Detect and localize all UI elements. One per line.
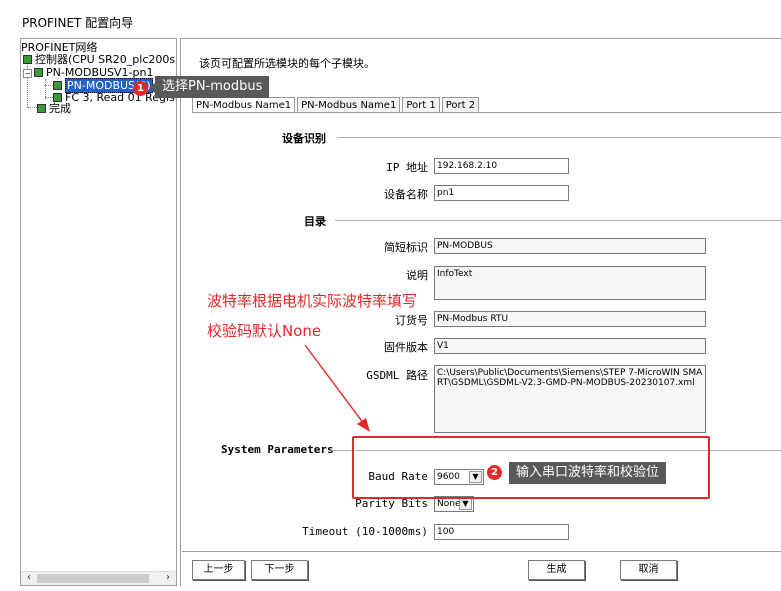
- gsdml-path-label: GSDML 路径: [366, 369, 428, 382]
- note-baud-rate: 波特率根据电机实际波特率填写: [207, 292, 418, 310]
- timeout-label: Timeout (10-1000ms): [302, 525, 428, 538]
- chevron-down-icon[interactable]: ▼: [459, 498, 472, 510]
- scrollbar-thumb[interactable]: [37, 574, 149, 583]
- generate-button[interactable]: 生成: [528, 560, 585, 580]
- parity-bits-value: None: [437, 499, 461, 509]
- tree-connector: [45, 97, 53, 98]
- window-title: PROFINET 配置向导: [22, 16, 134, 30]
- page-description: 该页可配置所选模块的每个子模块。: [199, 57, 375, 70]
- tree-item-controller[interactable]: 控制器(CPU SR20_plc200smart): [23, 53, 176, 66]
- firmware-version-field: V1: [434, 338, 706, 354]
- content-panel: 该页可配置所选模块的每个子模块。 PN-Modbus Name1 PN-Modb…: [180, 38, 781, 587]
- collapse-icon[interactable]: −: [23, 69, 32, 78]
- section-title-catalog: 目录: [304, 215, 326, 228]
- order-number-field: PN-Modbus RTU: [434, 311, 706, 327]
- callout-enter-serial: 输入串口波特率和校验位: [509, 462, 667, 484]
- button-bar: 上一步 下一步 生成 取消: [182, 551, 781, 587]
- short-id-field: PN-MODBUS: [434, 238, 706, 254]
- description-label: 说明: [406, 269, 428, 282]
- timeout-field[interactable]: 100: [434, 524, 569, 540]
- ip-address-label: IP 地址: [386, 161, 428, 174]
- chevron-right-icon[interactable]: ›: [162, 572, 174, 585]
- short-id-label: 简短标识: [384, 241, 428, 254]
- tab-pn-modbus-name1-b[interactable]: PN-Modbus Name1: [297, 97, 401, 113]
- next-button[interactable]: 下一步: [251, 560, 308, 580]
- node-icon: [53, 93, 62, 102]
- section-divider: [335, 220, 781, 221]
- tree-connector: [27, 107, 37, 108]
- ip-address-field[interactable]: 192.168.2.10: [434, 158, 569, 174]
- section-title-device-id: 设备识别: [282, 132, 326, 145]
- tree-item-finish[interactable]: 完成: [37, 102, 71, 115]
- chevron-left-icon[interactable]: ‹: [23, 572, 35, 585]
- node-icon: [23, 55, 32, 64]
- tab-body-border: [192, 112, 781, 113]
- step-badge-2: 2: [487, 465, 502, 480]
- device-name-label: 设备名称: [384, 188, 428, 201]
- step-badge-1: 1: [133, 81, 148, 96]
- order-number-label: 订货号: [395, 314, 428, 327]
- tab-port-2[interactable]: Port 2: [441, 97, 480, 113]
- tree-item-controller-label: 控制器(CPU SR20_plc200smart): [35, 53, 176, 66]
- tab-pn-modbus-name1-a[interactable]: PN-Modbus Name1: [192, 97, 296, 113]
- section-divider: [337, 137, 781, 138]
- cancel-button[interactable]: 取消: [620, 560, 677, 580]
- note-parity-default: 校验码默认None: [207, 322, 322, 340]
- section-title-system-params: System Parameters: [221, 443, 334, 456]
- gsdml-path-field: C:\Users\Public\Documents\Siemens\STEP 7…: [434, 365, 706, 433]
- node-icon: [34, 68, 43, 77]
- horizontal-scrollbar[interactable]: ‹ ›: [21, 571, 176, 585]
- tree-connector: [45, 85, 53, 86]
- tree-connector: [45, 79, 46, 99]
- tab-strip: PN-Modbus Name1 PN-Modbus Name1 Port 1 P…: [192, 97, 481, 113]
- callout-select-module: 选择PN-modbus: [155, 76, 270, 98]
- tree-item-finish-label: 完成: [49, 102, 71, 115]
- prev-button[interactable]: 上一步: [192, 560, 245, 580]
- description-field: InfoText: [434, 266, 706, 300]
- firmware-version-label: 固件版本: [384, 341, 428, 354]
- device-name-field[interactable]: pn1: [434, 185, 569, 201]
- tab-port-1[interactable]: Port 1: [402, 97, 440, 113]
- node-icon: [37, 104, 46, 113]
- tree-panel: PROFINET网络 控制器(CPU SR20_plc200smart) −PN…: [20, 38, 177, 586]
- node-icon: [53, 81, 62, 90]
